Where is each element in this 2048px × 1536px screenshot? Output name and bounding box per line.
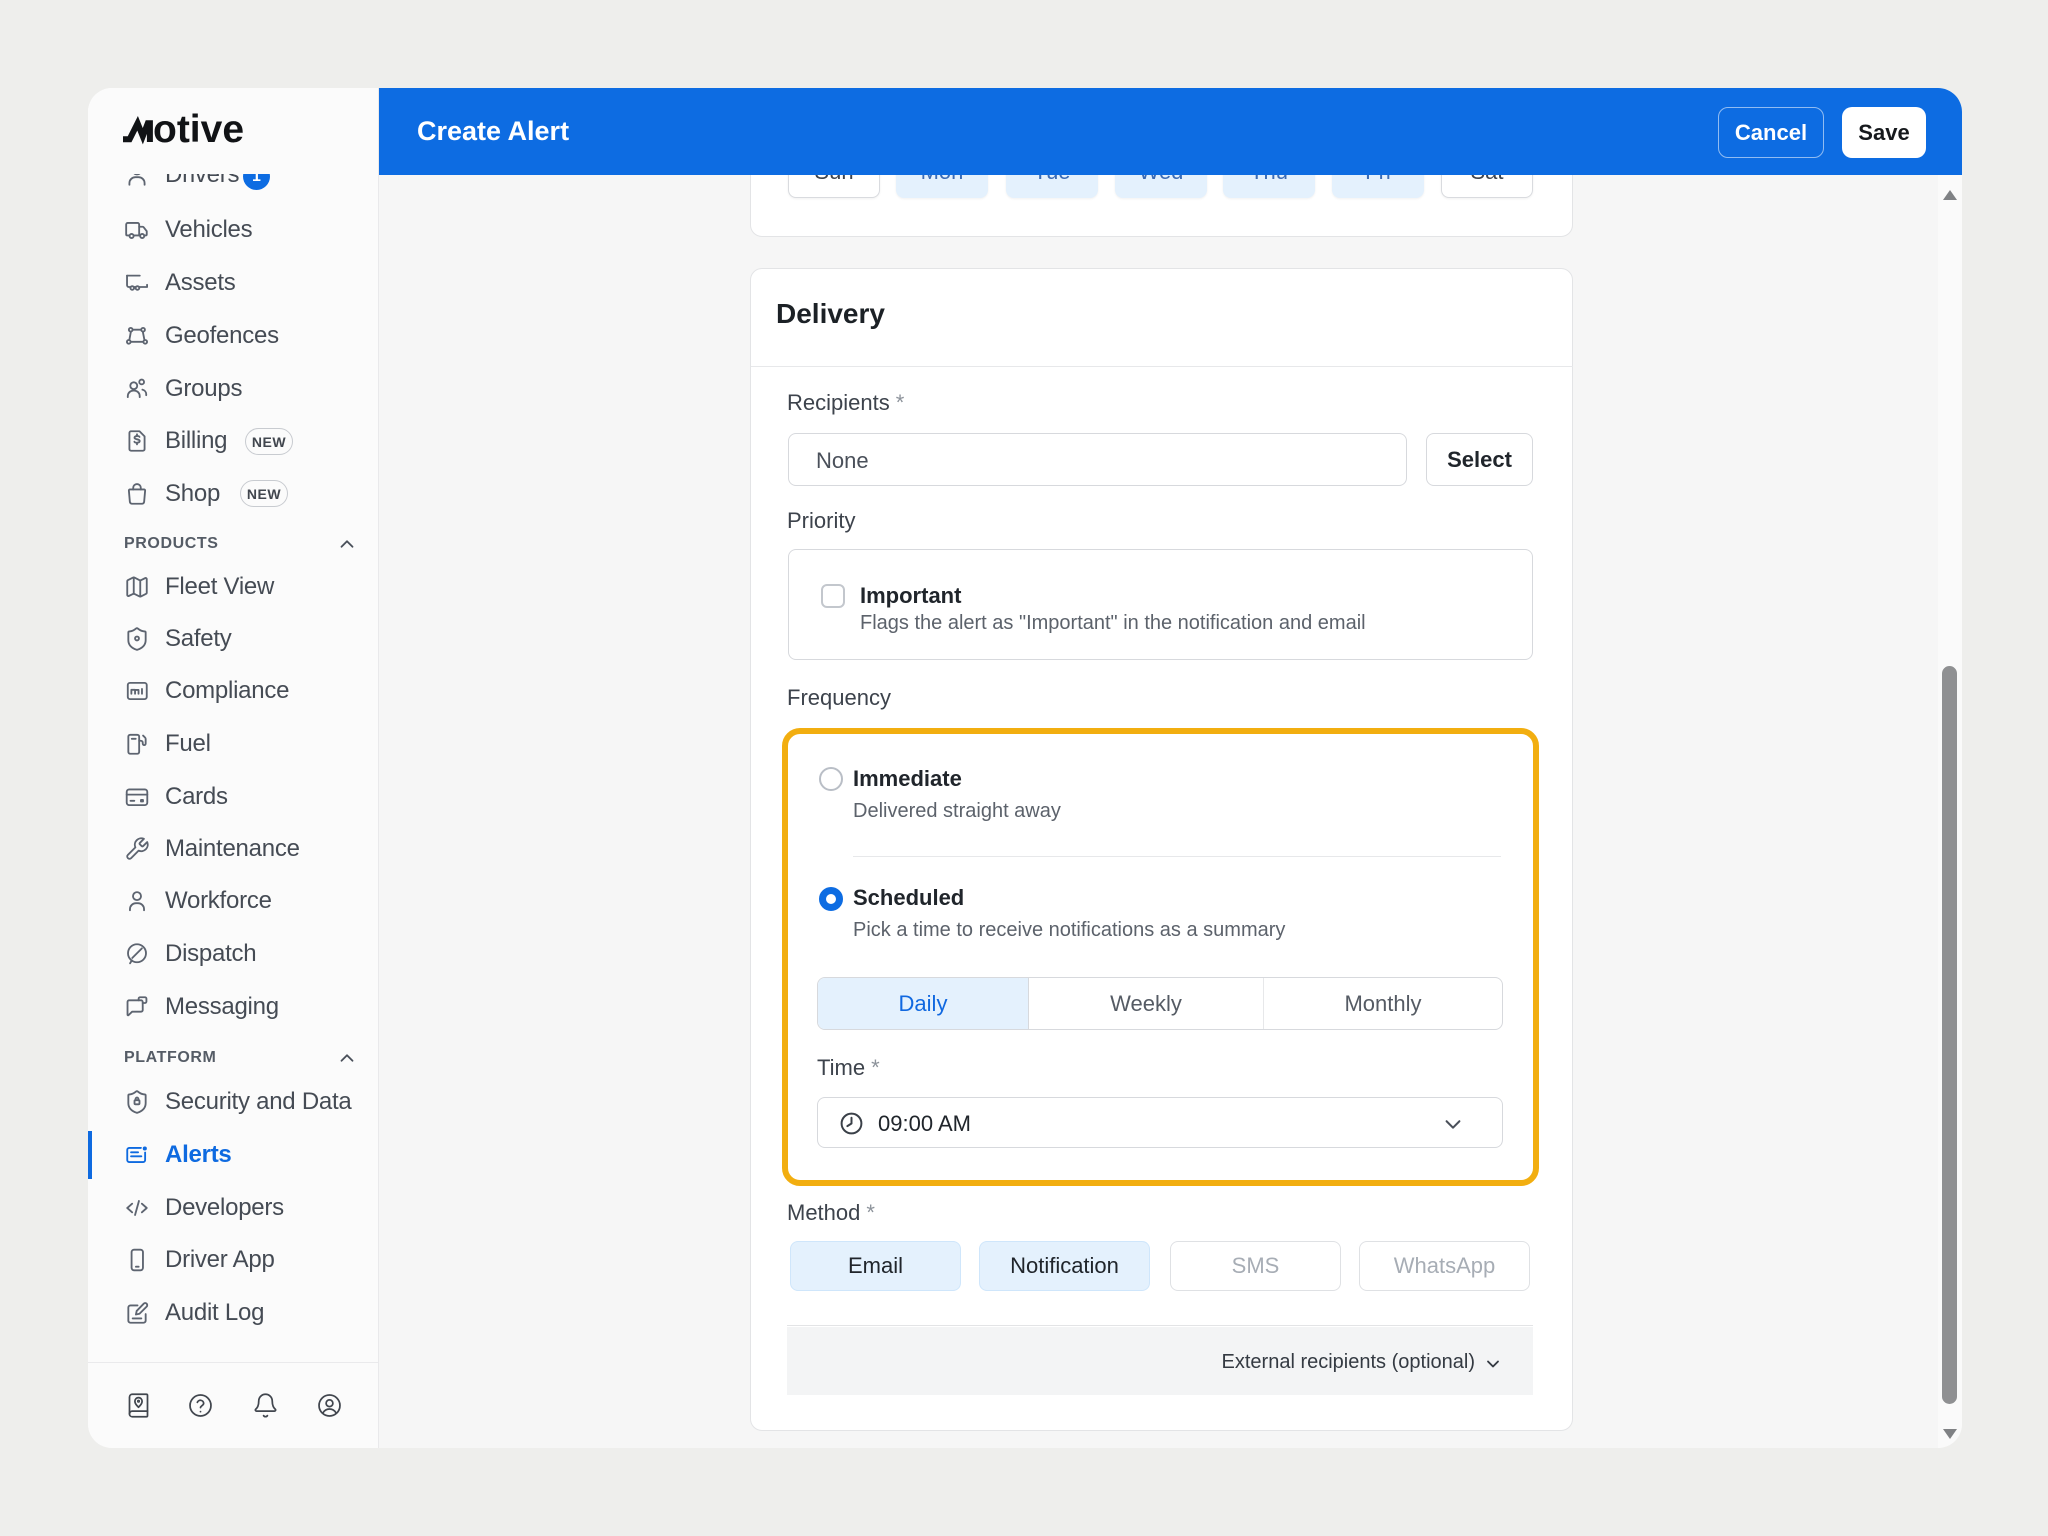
svg-text:otive: otive xyxy=(153,112,244,148)
